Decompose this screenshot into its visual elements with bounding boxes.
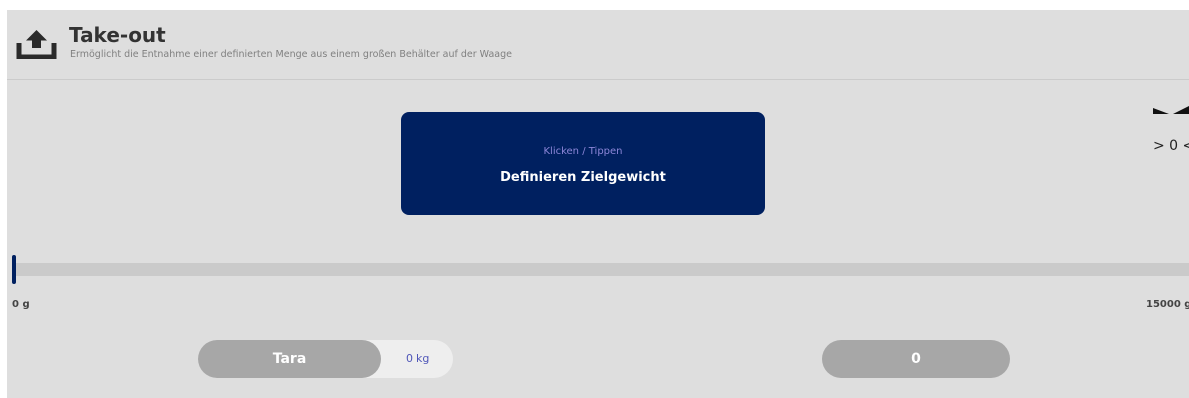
tolerance-markers-icon — [1153, 106, 1189, 114]
target-hint: Klicken / Tippen — [543, 146, 623, 157]
tara-readout: 0 kg — [406, 340, 429, 378]
page-title: Take-out — [69, 23, 166, 47]
progress-marker — [12, 255, 16, 284]
tara-button[interactable]: Tara — [198, 340, 381, 378]
target-label: Definieren Zielgewicht — [500, 170, 666, 185]
tara-unit: kg — [416, 352, 430, 365]
tolerance-readout: > 0 < — [1153, 138, 1189, 154]
weight-progress-bar — [12, 263, 1189, 276]
upload-tray-icon — [16, 30, 57, 59]
page-subtitle: Ermöglicht die Entnahme einer definierte… — [70, 49, 512, 60]
header-divider — [7, 79, 1189, 80]
tara-control: Tara 0 kg — [198, 340, 453, 378]
panel-header: Take-out Ermöglicht die Entnahme einer d… — [7, 10, 1189, 78]
count-display-button[interactable]: 0 — [822, 340, 1010, 378]
tara-value: 0 — [406, 352, 413, 365]
define-target-weight-button[interactable]: Klicken / Tippen Definieren Zielgewicht — [401, 112, 765, 215]
take-out-panel: Take-out Ermöglicht die Entnahme einer d… — [7, 10, 1189, 398]
scale-max-label: 15000 g — [1146, 299, 1189, 310]
scale-min-label: 0 g — [12, 299, 30, 310]
